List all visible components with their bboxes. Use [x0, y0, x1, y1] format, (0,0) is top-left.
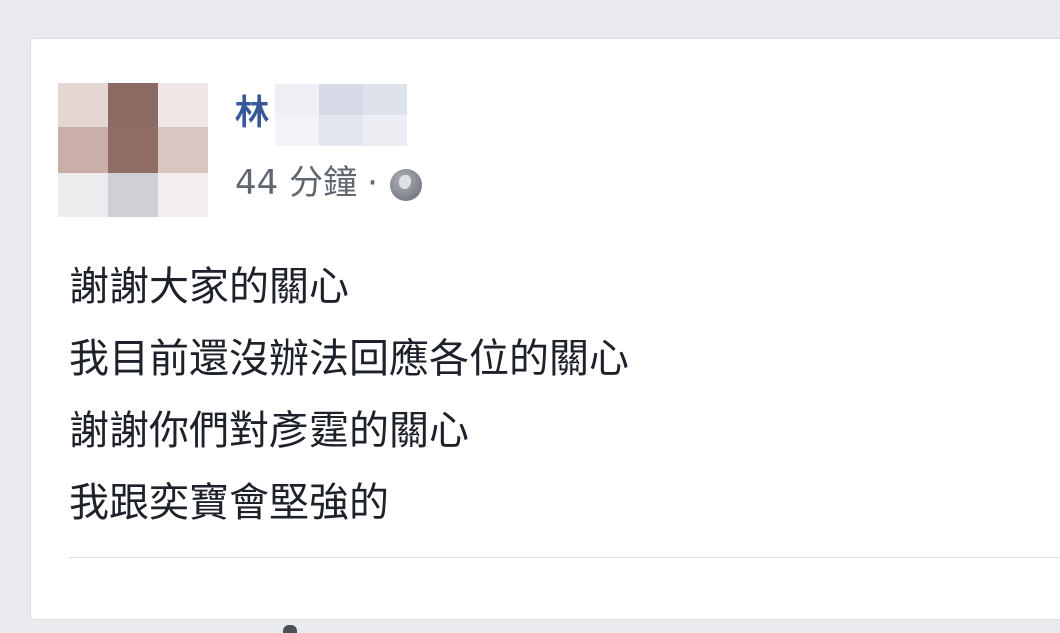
post-line-1: 謝謝大家的關心 [69, 264, 349, 310]
post-timestamp[interactable]: 44 分鐘 [235, 163, 357, 203]
post-text: 謝謝大家的關心 我目前還沒辦法回應各位的關心 謝謝你們對彥霆的關心 我跟奕寶會堅… [69, 251, 629, 539]
post-card: 林 44 分鐘 · 謝謝大家的關心 我目前還沒辦法回應各位的關心 謝謝你們對彥霆… [30, 38, 1060, 633]
avatar[interactable] [58, 83, 208, 217]
meta-separator: · [367, 163, 378, 203]
globe-icon[interactable] [389, 169, 422, 201]
post-line-3: 謝謝你們對彥霆的關心 [69, 408, 469, 454]
action-icon[interactable] [283, 625, 297, 633]
post-meta: 44 分鐘 · [235, 163, 422, 203]
post-line-2: 我目前還沒辦法回應各位的關心 [69, 336, 629, 382]
author-name-blur [275, 84, 407, 146]
author-name[interactable]: 林 [235, 93, 269, 133]
post-line-4: 我跟奕寶會堅強的 [69, 480, 389, 526]
post-divider [69, 557, 1060, 558]
